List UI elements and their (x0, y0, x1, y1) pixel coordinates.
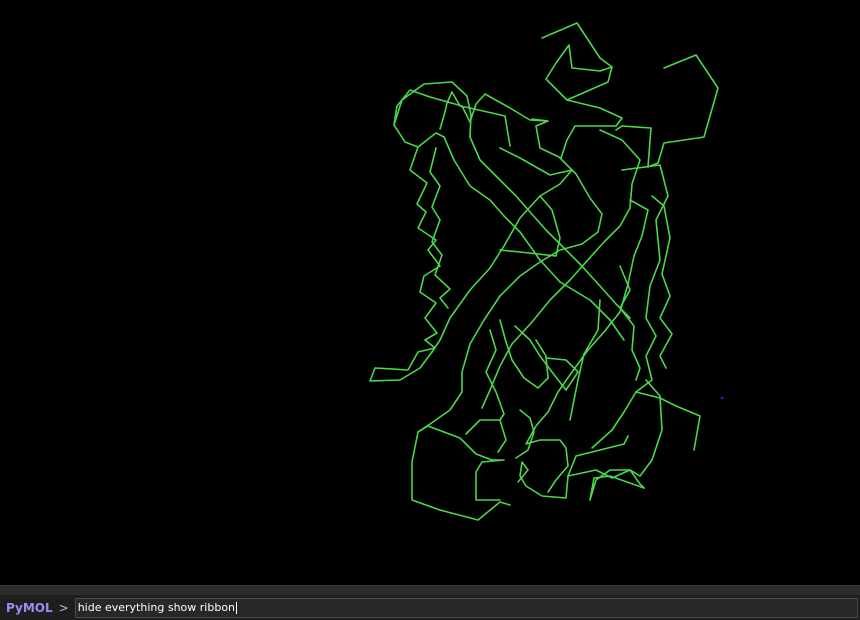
ribbon-segment (531, 99, 623, 159)
ribbon-segment (429, 93, 547, 123)
ribbon-segment (469, 136, 631, 319)
ribbon-segment (369, 146, 441, 382)
viewport-divider[interactable] (0, 585, 860, 595)
prompt-symbol: > (58, 600, 69, 615)
ribbon-segment (569, 299, 601, 421)
command-input-text: hide everything show ribbon (77, 600, 236, 614)
command-input[interactable]: hide everything show ribbon (74, 597, 858, 618)
ribbon-segment (651, 195, 673, 369)
ribbon-segment (429, 147, 451, 309)
pymol-window: PyMOL > hide everything show ribbon (0, 0, 860, 620)
command-prompt: PyMOL > (0, 595, 75, 620)
ribbon-segment (417, 425, 505, 501)
text-caret (236, 601, 238, 614)
ribbon-segment (635, 391, 701, 451)
molecular-viewport[interactable] (0, 0, 860, 585)
command-bar: PyMOL > hide everything show ribbon (0, 595, 860, 620)
ribbon-segment (619, 265, 641, 381)
ribbon-segment (541, 22, 613, 101)
ribbon-segment (535, 199, 649, 427)
ribbon-segment (439, 91, 511, 147)
ribbon-segment (517, 435, 629, 499)
stray-pixel (721, 397, 723, 399)
ribbon-segment (465, 419, 507, 453)
prompt-label: PyMOL (6, 600, 53, 615)
ribbon-segment (393, 81, 472, 138)
ribbon-segment (485, 329, 505, 421)
protein-ribbon (369, 22, 723, 521)
ribbon-segment (443, 136, 625, 341)
